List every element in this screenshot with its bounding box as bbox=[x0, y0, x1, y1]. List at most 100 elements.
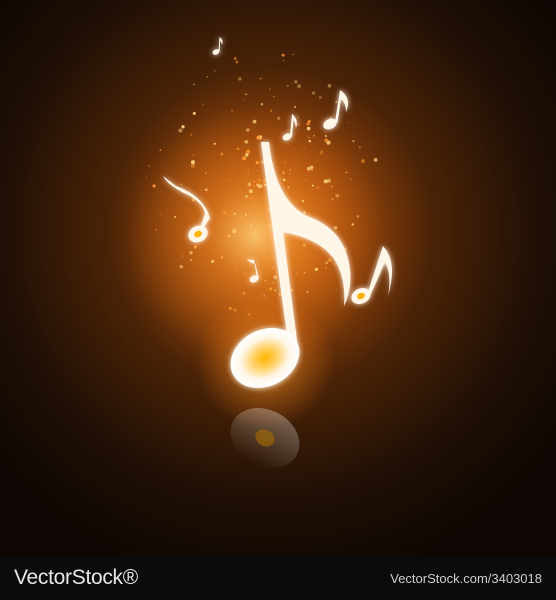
sparkle bbox=[254, 272, 256, 274]
sparkle bbox=[324, 138, 329, 143]
sparkle bbox=[350, 178, 352, 180]
sparkle bbox=[284, 161, 286, 163]
sparkle bbox=[213, 142, 216, 145]
sparkle bbox=[205, 172, 207, 174]
sparkle bbox=[263, 248, 267, 252]
sparkle bbox=[282, 178, 286, 182]
sparkle bbox=[227, 234, 231, 238]
sparkle bbox=[178, 128, 183, 133]
sparkle bbox=[247, 168, 250, 171]
sparkle bbox=[287, 186, 290, 189]
sparkle bbox=[174, 215, 177, 218]
sparkle bbox=[191, 160, 195, 165]
sparkle bbox=[277, 299, 279, 302]
sparkle bbox=[145, 176, 147, 178]
sparkle bbox=[318, 96, 322, 99]
sparkle bbox=[244, 195, 248, 199]
sparkle bbox=[306, 291, 309, 294]
sparkle bbox=[155, 228, 158, 231]
sparkle bbox=[235, 227, 237, 230]
sparkle bbox=[179, 265, 183, 269]
sparkle bbox=[189, 259, 192, 262]
sparkle bbox=[331, 197, 334, 201]
sparkle bbox=[220, 256, 223, 259]
sparkle bbox=[255, 160, 259, 165]
note-head-light bbox=[0, 0, 556, 556]
sparkle bbox=[190, 163, 195, 168]
sparkle bbox=[335, 100, 338, 104]
sparkle bbox=[286, 84, 289, 87]
sparkle bbox=[311, 91, 316, 95]
sparkle bbox=[268, 208, 270, 211]
sparkle bbox=[233, 212, 236, 215]
sparkle bbox=[324, 266, 328, 269]
sparkle bbox=[347, 121, 350, 123]
sparkle bbox=[268, 224, 271, 227]
sparkle bbox=[238, 77, 242, 81]
sparkle bbox=[242, 156, 247, 161]
sparkle bbox=[258, 181, 261, 184]
sparkle bbox=[269, 109, 273, 113]
sparkle bbox=[294, 105, 296, 108]
sparkle bbox=[308, 136, 310, 139]
sparkle bbox=[288, 173, 291, 176]
sparkle bbox=[324, 134, 328, 138]
sparkle bbox=[323, 179, 328, 184]
sparkle bbox=[232, 229, 237, 234]
sparkle bbox=[245, 93, 247, 96]
artwork-canvas bbox=[0, 0, 556, 556]
sparkle bbox=[302, 243, 306, 247]
sparkle bbox=[159, 149, 162, 152]
sparkle bbox=[303, 146, 305, 149]
sparkle bbox=[281, 171, 286, 175]
sparkle bbox=[193, 245, 198, 249]
sparkle bbox=[358, 146, 362, 149]
sparkle bbox=[181, 183, 183, 185]
sparkle bbox=[241, 216, 244, 219]
sparkle bbox=[192, 111, 196, 115]
sparkle bbox=[189, 250, 193, 255]
sparkle bbox=[272, 95, 275, 98]
sparkle bbox=[280, 177, 283, 180]
sparkle bbox=[352, 140, 355, 143]
sparkle bbox=[192, 154, 195, 156]
sparkle bbox=[295, 272, 298, 275]
watermark-bar: VectorStock® VectorStock.com/3403018 bbox=[0, 556, 556, 600]
sparkle bbox=[373, 158, 378, 162]
sparkle bbox=[260, 276, 263, 278]
sparkle bbox=[306, 135, 308, 137]
sparkle bbox=[258, 208, 260, 211]
sparkle bbox=[289, 168, 292, 171]
sparkle bbox=[291, 83, 293, 85]
sparkle bbox=[292, 53, 294, 56]
sparkle bbox=[237, 147, 240, 150]
sparkle bbox=[345, 171, 348, 174]
sparkle bbox=[315, 218, 318, 220]
sparkle bbox=[252, 184, 255, 187]
sparkle bbox=[263, 183, 267, 187]
sparkle bbox=[248, 171, 250, 173]
sparkle bbox=[252, 119, 257, 124]
sparkle bbox=[263, 182, 265, 184]
sparkle bbox=[306, 126, 311, 131]
sparkle bbox=[258, 178, 261, 182]
sparkle bbox=[259, 77, 262, 80]
sparkle bbox=[303, 211, 306, 214]
sparkle bbox=[269, 287, 273, 291]
sparkle bbox=[247, 313, 251, 316]
sparkle bbox=[261, 184, 263, 187]
sparkle bbox=[269, 88, 271, 90]
sparkle bbox=[335, 288, 338, 291]
sparkle bbox=[231, 109, 233, 112]
sparkle bbox=[273, 275, 278, 280]
sparkle bbox=[189, 133, 193, 137]
sparkle bbox=[308, 119, 311, 123]
sparkle bbox=[297, 84, 302, 89]
sparkle bbox=[328, 258, 332, 262]
sparkle bbox=[193, 83, 195, 85]
sparkle bbox=[257, 213, 259, 216]
sparkle bbox=[247, 182, 252, 187]
sparkle bbox=[325, 261, 329, 265]
sparkle bbox=[205, 188, 208, 191]
sparkle bbox=[274, 289, 277, 292]
